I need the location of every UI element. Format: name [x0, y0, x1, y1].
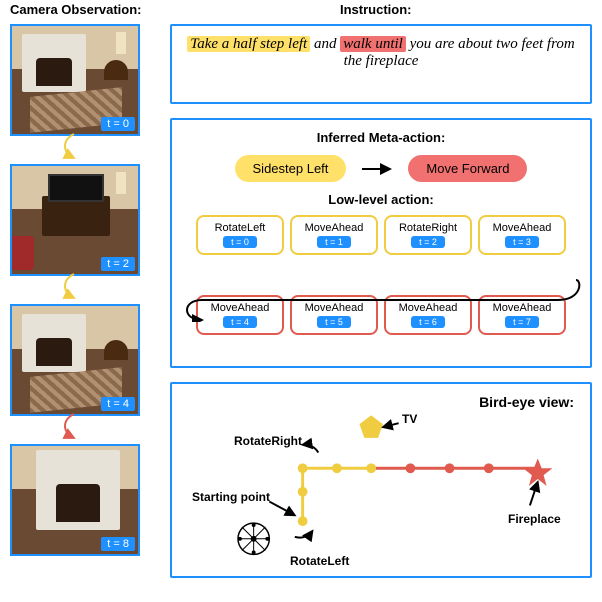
frame-arrow-4-8: [58, 412, 90, 440]
label-rotate-right: RotateRight: [234, 434, 302, 448]
lo-move-ahead: MoveAheadt = 3: [478, 215, 566, 255]
instruction-hl-yellow: Take a half step left: [187, 36, 310, 52]
wrap-arrow: [178, 278, 582, 322]
lo-rotate-left: RotateLeftt = 0: [196, 215, 284, 255]
label-fireplace: Fireplace: [508, 512, 561, 526]
low-level-title: Low-level action:: [180, 192, 582, 207]
meta-panel: Inferred Meta-action: Sidestep Left Move…: [170, 118, 592, 368]
lo-rotate-right: RotateRightt = 2: [384, 215, 472, 255]
birdeye-diagram: [172, 384, 590, 576]
instruction-header: Instruction:: [340, 2, 412, 17]
lo-move-ahead: MoveAheadt = 1: [290, 215, 378, 255]
meta-title: Inferred Meta-action:: [180, 130, 582, 145]
camera-frame-0: t = 0: [10, 24, 140, 136]
meta-pill-sidestep: Sidestep Left: [235, 155, 347, 182]
low-level-row-1: RotateLeftt = 0 MoveAheadt = 1 RotateRig…: [180, 215, 582, 255]
frame-arrow-0-2: [58, 132, 90, 160]
birdeye-panel: Bird-eye view:: [170, 382, 592, 578]
camera-column: t = 0 t = 2 t = 4 t = 8: [10, 24, 150, 584]
birdeye-title: Bird-eye view:: [479, 394, 574, 410]
robot-icon: [238, 523, 269, 554]
time-badge: t = 2: [101, 257, 135, 271]
frame-arrow-2-4: [58, 272, 90, 300]
camera-frame-8: t = 8: [10, 444, 140, 556]
arrow-right-icon: [360, 162, 394, 176]
time-badge: t = 8: [101, 537, 135, 551]
meta-pill-forward: Move Forward: [408, 155, 527, 182]
time-badge: t = 0: [101, 117, 135, 131]
pentagon-icon: [359, 415, 383, 438]
camera-frame-2: t = 2: [10, 164, 140, 276]
label-rotate-left: RotateLeft: [290, 554, 349, 568]
label-starting-point: Starting point: [192, 490, 270, 504]
camera-frame-4: t = 4: [10, 304, 140, 416]
time-badge: t = 4: [101, 397, 135, 411]
instruction-hl-red: walk until: [340, 36, 406, 52]
instruction-text: and: [310, 36, 340, 52]
instruction-panel: Take a half step left and walk until you…: [170, 24, 592, 104]
camera-header: Camera Observation:: [10, 2, 142, 17]
star-icon: [523, 458, 552, 485]
label-tv: TV: [402, 412, 417, 426]
